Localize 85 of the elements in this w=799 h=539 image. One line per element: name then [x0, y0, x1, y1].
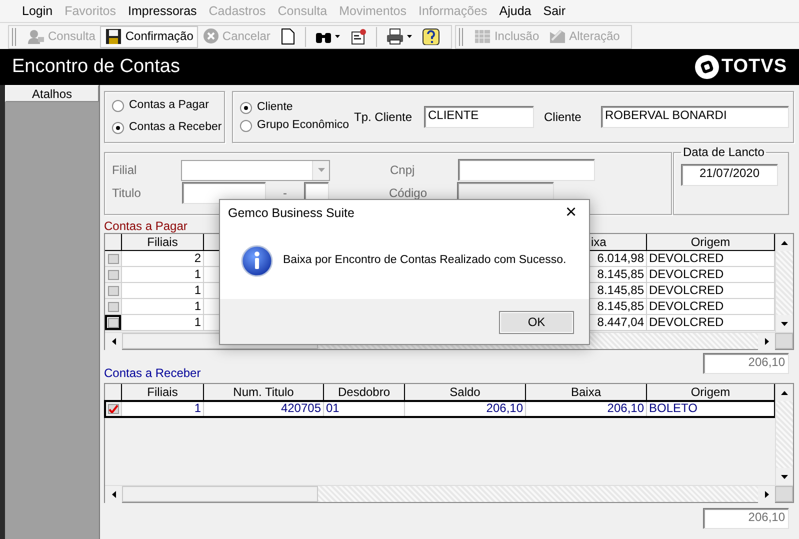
table-cell: DEVOLCRED — [647, 283, 775, 299]
table-cell: 206,10 — [405, 401, 526, 417]
table-cell: DEVOLCRED — [647, 251, 775, 267]
radio-option[interactable]: Contas a Pagar — [112, 99, 224, 113]
row-checkbox[interactable] — [108, 286, 118, 296]
grid-icon — [474, 28, 492, 45]
radio-button[interactable] — [112, 122, 124, 134]
radio-button[interactable] — [240, 120, 252, 132]
info-icon — [241, 244, 273, 276]
table-cell: 1 — [122, 299, 204, 315]
toolbar-button[interactable]: Confirmação — [100, 26, 198, 48]
row-checkbox[interactable] — [108, 318, 118, 328]
horizontal-scrollbar[interactable] — [105, 486, 775, 502]
left-arrow-icon — [112, 491, 116, 498]
text-field[interactable]: ROBERVAL BONARDI — [601, 106, 789, 128]
text-field[interactable] — [458, 159, 595, 181]
page-title: Encontro de Contas — [12, 56, 180, 78]
vertical-scrollbar[interactable] — [775, 384, 793, 485]
logo-icon — [694, 55, 718, 79]
dropdown-arrow-icon — [318, 168, 324, 172]
field-label: Cliente — [544, 110, 582, 124]
row-checkbox[interactable] — [108, 254, 118, 264]
table-cell: 420705 — [204, 401, 324, 417]
field-label: Tp. Cliente — [354, 110, 414, 124]
up-arrow-icon — [781, 390, 788, 394]
right-arrow-icon — [764, 338, 768, 345]
row-checkbox[interactable] — [108, 302, 118, 312]
shortcuts-button[interactable]: Atalhos — [5, 85, 99, 102]
table-cell: 1 — [122, 283, 204, 299]
down-arrow-icon — [781, 474, 788, 478]
separator-text: - — [282, 186, 288, 200]
selected-row[interactable]: 1 420705 01 206,10 206,10 BOLETO — [105, 401, 775, 417]
left-arrow-icon — [112, 338, 116, 345]
row-checkbox[interactable] — [108, 270, 118, 280]
ok-button[interactable]: OK — [499, 311, 574, 334]
table-cell: DEVOLCRED — [647, 315, 775, 331]
form-icon — [350, 28, 368, 45]
radio-button[interactable] — [240, 102, 252, 114]
total-field[interactable]: 206,10 — [703, 508, 789, 529]
close-button[interactable]: × — [553, 200, 589, 226]
printer-icon — [386, 28, 404, 45]
cancel-icon — [203, 28, 220, 45]
table-cell: DEVOLCRED — [647, 299, 775, 315]
pencil-icon — [549, 28, 566, 45]
document-icon — [280, 28, 296, 45]
field-label: Titulo — [112, 186, 142, 200]
table-cell: 1 — [122, 401, 204, 417]
table-cell: 2 — [122, 251, 204, 267]
caret-icon — [407, 35, 412, 38]
user-icon — [27, 28, 45, 45]
date-field[interactable]: 21/07/2020 — [681, 164, 778, 186]
table-cell: DEVOLCRED — [647, 267, 775, 283]
column-header: Origem — [647, 234, 775, 251]
menu-item[interactable]: Sair — [537, 4, 572, 18]
table-cell: 206,10 — [526, 401, 647, 417]
table-cell: 1 — [122, 267, 204, 283]
table-cell: 01 — [324, 401, 405, 417]
logo-text: TOTVS — [722, 56, 787, 78]
up-arrow-icon — [781, 240, 788, 244]
vertical-scrollbar[interactable] — [775, 234, 793, 332]
field-label: Filial — [112, 162, 138, 178]
table-cell: BOLETO — [647, 401, 775, 417]
checkmark-icon — [108, 404, 118, 412]
field-label: Código — [389, 186, 428, 200]
section-title: Contas a Receber — [104, 366, 201, 380]
radio-button[interactable] — [112, 100, 124, 112]
menu-item[interactable]: Login — [16, 4, 59, 18]
total-field[interactable]: 206,10 — [703, 353, 789, 374]
radio-option[interactable]: Grupo Econômico — [240, 119, 350, 133]
table-cell: 1 — [122, 315, 204, 331]
down-arrow-icon — [781, 322, 788, 326]
help-icon — [422, 28, 440, 45]
section-title: Contas a Pagar — [104, 219, 188, 233]
dialog-title: Gemco Business Suite — [228, 206, 354, 220]
caret-icon — [335, 35, 340, 38]
radio-option[interactable]: Cliente — [240, 101, 350, 115]
menu-item[interactable]: Impressoras — [122, 4, 203, 18]
group-title: Data de Lancto — [682, 145, 766, 159]
row-checkbox[interactable] — [108, 404, 118, 414]
radio-option[interactable]: Contas a Receber — [112, 121, 224, 135]
text-field[interactable]: CLIENTE — [424, 106, 534, 128]
right-arrow-icon — [764, 491, 768, 498]
column-header: Filiais — [122, 234, 204, 251]
field-label: Cnpj — [390, 162, 416, 178]
menu-item[interactable]: Ajuda — [493, 4, 538, 18]
